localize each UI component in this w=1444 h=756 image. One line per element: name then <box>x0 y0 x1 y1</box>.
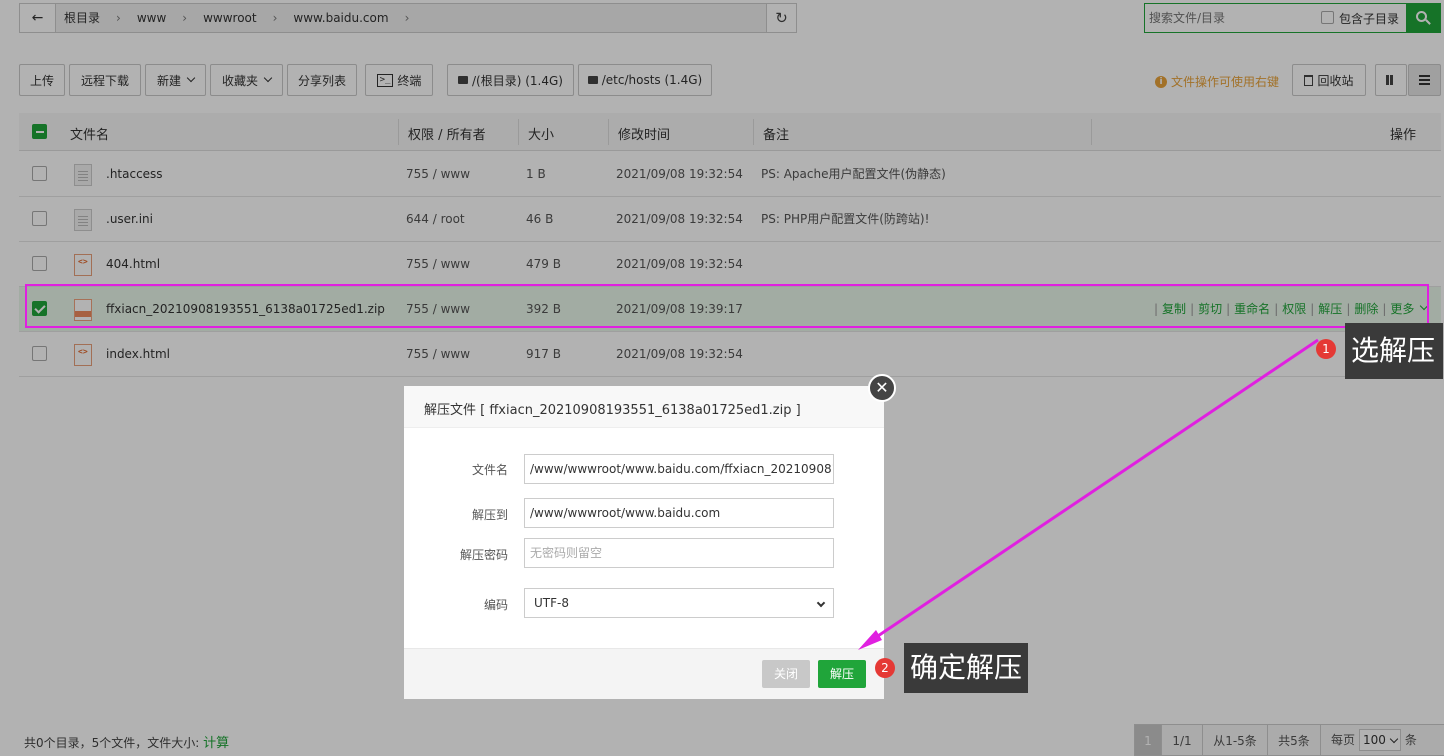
annotation-arrow <box>858 338 1319 650</box>
arrow-line <box>865 338 1319 646</box>
step2-badge: 2 <box>875 658 895 678</box>
step2-text: 确定解压 <box>910 651 1023 684</box>
step1-tooltip: 选解压 <box>1345 323 1443 379</box>
step1-badge: 1 <box>1316 339 1336 359</box>
step2-tooltip: 确定解压 <box>904 643 1029 693</box>
step1-text: 选解压 <box>1351 334 1436 367</box>
arrow-head <box>858 630 882 650</box>
